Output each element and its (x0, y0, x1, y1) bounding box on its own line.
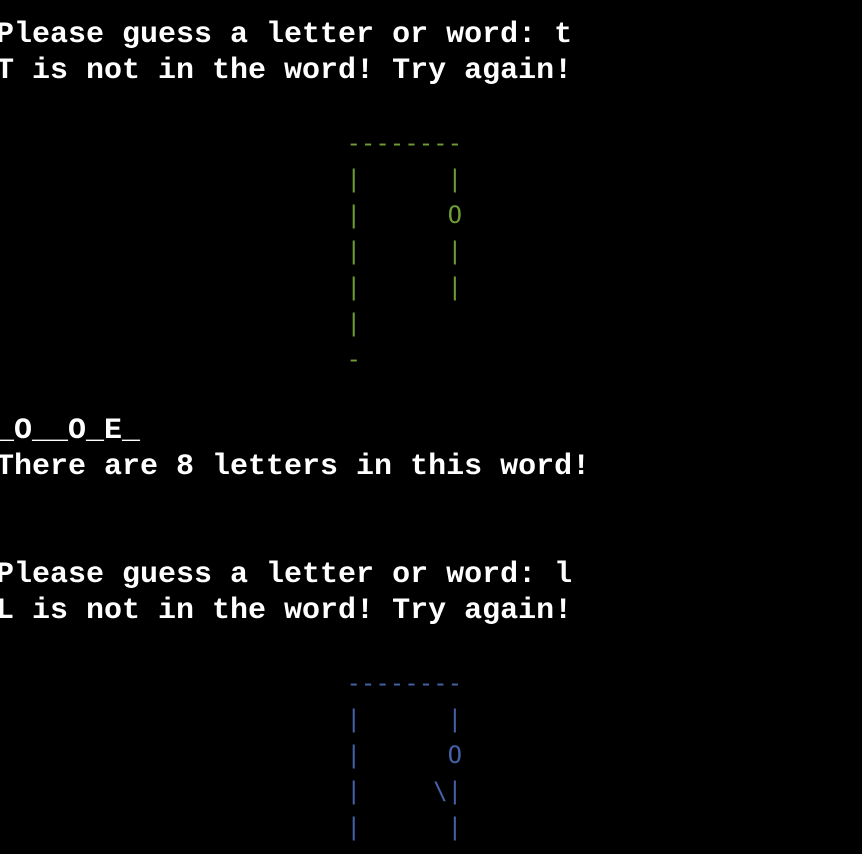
hangman-figure-stage-1: -------- | | | O | | | | | - (346, 129, 463, 373)
word-progress: _O__O_E_ (0, 414, 141, 448)
terminal-output: Please guess a letter or word: t T is no… (0, 0, 862, 854)
hangman-figure-stage-2: -------- | | | O | \| | | (346, 669, 463, 841)
guess-prompt: Please guess a letter or word: t (0, 18, 573, 52)
wrong-guess-message: L is not in the word! Try again! (0, 594, 573, 628)
guess-prompt: Please guess a letter or word: l (0, 558, 573, 592)
letter-count-message: There are 8 letters in this word! (0, 450, 591, 484)
wrong-guess-message: T is not in the word! Try again! (0, 54, 573, 88)
